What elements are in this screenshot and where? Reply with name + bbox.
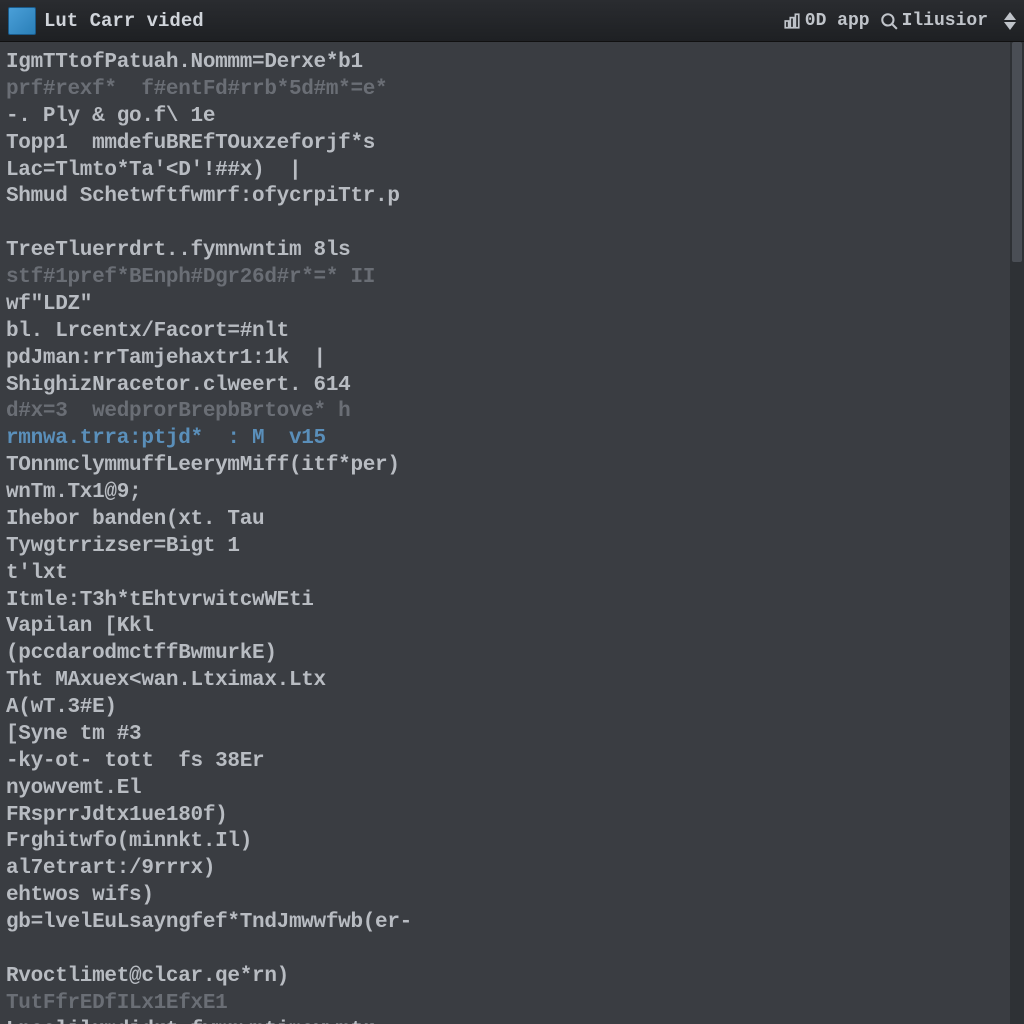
- code-line[interactable]: [Syne tm #3: [6, 722, 1004, 749]
- tool-search-label: Iliusior: [902, 11, 988, 31]
- code-line[interactable]: Topp1 mmdefuBREfTOuxzeforjf*s: [6, 131, 1004, 158]
- code-line[interactable]: Tht MAxuex<wan.Ltximax.Ltx: [6, 668, 1004, 695]
- code-line[interactable]: d#x=3 wedprorBrepbBrtove* h: [6, 399, 1004, 426]
- vertical-scrollbar[interactable]: [1010, 42, 1024, 1024]
- tool-app-button[interactable]: 0D app: [783, 11, 870, 31]
- code-line[interactable]: -ky-ot- tott fs 38Er: [6, 749, 1004, 776]
- chevron-up-icon: [1004, 12, 1016, 20]
- code-line[interactable]: Lpselilumdidrt.fymnwntimexwntr: [6, 1018, 1004, 1024]
- code-line[interactable]: bl. Lrcentx/Facort=#nlt: [6, 319, 1004, 346]
- code-line[interactable]: -. Ply & go.f\ 1e: [6, 104, 1004, 131]
- sort-arrows-button[interactable]: [1004, 12, 1016, 30]
- code-line[interactable]: ehtwos wifs): [6, 883, 1004, 910]
- window-title: Lut Carr vided: [44, 10, 783, 32]
- code-line[interactable]: Lac=Tlmto*Ta'<D'!##x) |: [6, 158, 1004, 185]
- code-line[interactable]: wf"LDZ": [6, 292, 1004, 319]
- titlebar-tools: 0D app Iliusior: [783, 11, 1016, 31]
- code-line[interactable]: t'lxt: [6, 561, 1004, 588]
- tool-search-button[interactable]: Iliusior: [880, 11, 988, 31]
- code-line[interactable]: pdJman:rrTamjehaxtr1:1k |: [6, 346, 1004, 373]
- code-line[interactable]: A(wT.3#E): [6, 695, 1004, 722]
- search-icon: [880, 12, 898, 30]
- code-line[interactable]: ShighizNracetor.clweert. 614: [6, 373, 1004, 400]
- scrollbar-thumb[interactable]: [1012, 42, 1022, 262]
- code-line[interactable]: TutFfrEDfILx1EfxE1: [6, 991, 1004, 1018]
- code-line[interactable]: gb=lvelEuLsayngfef*TndJmwwfwb(er-: [6, 910, 1004, 937]
- app-icon: [8, 7, 36, 35]
- code-line[interactable]: Tywgtrrizser=Bigt 1: [6, 534, 1004, 561]
- code-line[interactable]: (pccdarodmctffBwmurkE): [6, 641, 1004, 668]
- code-line[interactable]: FRsprrJdtx1ue180f): [6, 803, 1004, 830]
- code-line[interactable]: rmnwa.trra:ptjd* : M v15: [6, 426, 1004, 453]
- code-line[interactable]: Ihebor banden(xt. Tau: [6, 507, 1004, 534]
- code-line[interactable]: stf#1pref*BEnph#Dgr26d#r*=* II: [6, 265, 1004, 292]
- code-line[interactable]: Frghitwfo(minnkt.Il): [6, 829, 1004, 856]
- editor-area: IgmTTtofPatuah.Nommm=Derxe*b1prf#rexf* f…: [0, 42, 1024, 1024]
- code-line[interactable]: IgmTTtofPatuah.Nommm=Derxe*b1: [6, 50, 1004, 77]
- chart-icon: [783, 12, 801, 30]
- code-line[interactable]: Vapilan [Kkl: [6, 614, 1004, 641]
- blank-line: [6, 937, 1004, 964]
- code-line[interactable]: Itmle:T3h*tEhtvrwitcwWEti: [6, 588, 1004, 615]
- code-line[interactable]: TOnnmclymmuffLeerymMiff(itf*per): [6, 453, 1004, 480]
- code-line[interactable]: prf#rexf* f#entFd#rrb*5d#m*=e*: [6, 77, 1004, 104]
- code-line[interactable]: al7etrart:/9rrrx): [6, 856, 1004, 883]
- tool-app-label: 0D app: [805, 11, 870, 31]
- titlebar: Lut Carr vided 0D app Iliusior: [0, 0, 1024, 42]
- chevron-down-icon: [1004, 22, 1016, 30]
- code-line[interactable]: nyowvemt.El: [6, 776, 1004, 803]
- code-editor[interactable]: IgmTTtofPatuah.Nommm=Derxe*b1prf#rexf* f…: [0, 42, 1010, 1024]
- blank-line: [6, 211, 1004, 238]
- code-line[interactable]: Shmud Schetwftfwmrf:ofycrpiTtr.p: [6, 184, 1004, 211]
- code-line[interactable]: Rvoctlimet@clcar.qe*rn): [6, 964, 1004, 991]
- code-line[interactable]: wnTm.Tx1@9;: [6, 480, 1004, 507]
- code-line[interactable]: TreeTluerrdrt..fymnwntim 8ls: [6, 238, 1004, 265]
